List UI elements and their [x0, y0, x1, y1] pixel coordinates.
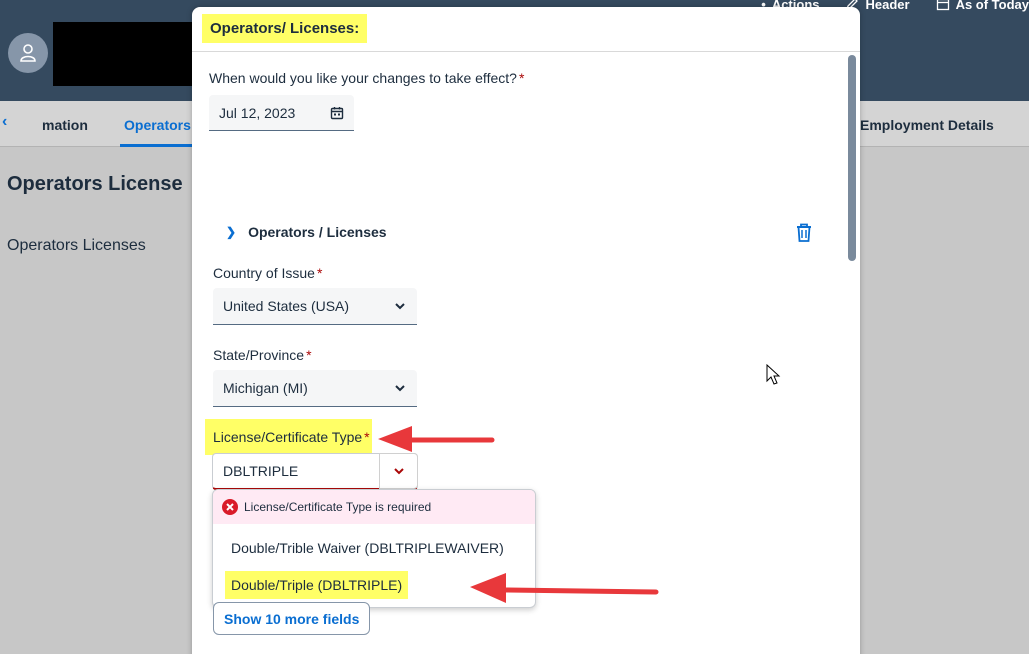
option-dbltriplewaiver[interactable]: Double/Trible Waiver (DBLTRIPLEWAIVER): [231, 540, 504, 556]
state-value: Michigan (MI): [223, 380, 308, 396]
license-type-dropdown-button[interactable]: [379, 453, 418, 489]
license-type-label: License/Certificate Type *: [205, 419, 372, 455]
annotation-arrow-icon: [378, 426, 495, 452]
calendar-icon: [936, 0, 949, 11]
required-mark: *: [306, 347, 312, 363]
dialog-title: Operators/ Licenses:: [202, 14, 368, 43]
state-label: State/Province *: [213, 347, 312, 363]
calendar-icon[interactable]: [330, 106, 344, 120]
effective-date-picker[interactable]: Jul 12, 2023: [209, 95, 354, 131]
show-more-fields-button[interactable]: Show 10 more fields: [213, 602, 371, 635]
user-icon: [20, 44, 36, 62]
annotation-arrow-icon: [470, 573, 659, 603]
license-type-combobox[interactable]: DBLTRIPLE: [212, 453, 418, 490]
chevron-down-icon: [395, 303, 405, 310]
trash-icon[interactable]: [794, 222, 814, 244]
chevron-down-icon: [395, 385, 405, 392]
license-type-value: DBLTRIPLE: [223, 463, 299, 479]
effective-date-value: Jul 12, 2023: [219, 104, 296, 121]
effective-date-label: When would you like your changes to take…: [209, 70, 525, 86]
chevron-down-icon: [393, 468, 404, 475]
redacted-name: [53, 22, 195, 86]
state-select[interactable]: Michigan (MI): [213, 370, 417, 407]
section-title: Operators / Licenses: [248, 224, 387, 240]
required-mark: *: [518, 70, 525, 86]
tab-information[interactable]: mation: [42, 117, 88, 133]
page-subtitle: Operators Licenses: [7, 237, 146, 254]
tab-operators[interactable]: Operators: [124, 117, 191, 133]
section-toggle[interactable]: ❯ Operators / Licenses: [226, 224, 387, 240]
country-select[interactable]: United States (USA): [213, 288, 417, 325]
scrollbar[interactable]: [848, 55, 856, 261]
option-dbltriple[interactable]: Double/Triple (DBLTRIPLE): [225, 571, 409, 599]
country-label: Country of Issue *: [213, 265, 323, 281]
as-of-today-button[interactable]: As of Today: [936, 0, 1029, 14]
required-mark: *: [364, 429, 370, 445]
dialog-header: Operators/ Licenses:: [192, 7, 860, 52]
mouse-cursor-icon: [766, 364, 781, 385]
operators-licenses-dialog: Operators/ Licenses: When would you like…: [192, 7, 860, 654]
country-value: United States (USA): [223, 298, 350, 314]
required-mark: *: [316, 265, 323, 281]
chevron-left-icon[interactable]: ‹: [2, 113, 7, 131]
page-title: Operators License: [7, 173, 183, 195]
chevron-down-icon: ❯: [226, 225, 237, 239]
avatar[interactable]: [8, 33, 48, 73]
tab-employment-details[interactable]: Employment Details: [860, 117, 994, 133]
error-message: License/Certificate Type is required: [213, 490, 535, 524]
tab-active-indicator: [120, 144, 192, 147]
error-icon: [222, 499, 238, 515]
